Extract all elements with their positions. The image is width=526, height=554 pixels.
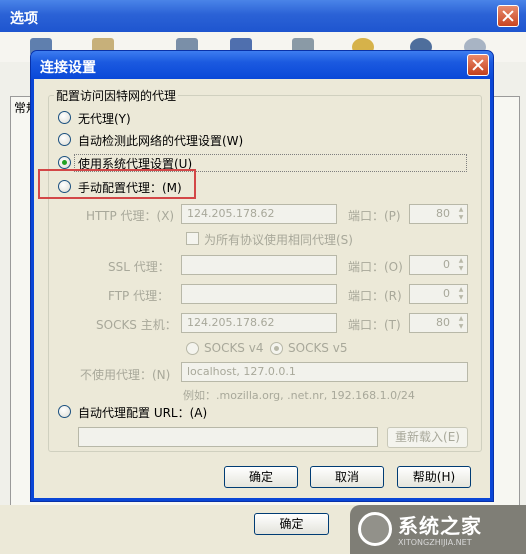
ftp-port-label: 端口：(R) bbox=[348, 289, 402, 303]
socks-v5-selected-dot bbox=[274, 346, 279, 351]
auto-url-label[interactable]: 自动代理配置 URL：(A) bbox=[78, 404, 207, 421]
same-proxy-checkbox[interactable] bbox=[186, 232, 199, 245]
http-proxy-input[interactable]: 124.205.178.62 bbox=[181, 204, 337, 224]
no-proxy-example: 例如：.mozilla.org, .net.nr, 192.168.1.0/24 bbox=[183, 389, 415, 402]
http-port-spinner-icon[interactable]: ▲ ▼ bbox=[456, 206, 466, 222]
no-proxy-label[interactable]: 无代理(Y) bbox=[78, 110, 131, 127]
same-proxy-label: 为所有协议使用相同代理(S) bbox=[204, 233, 353, 247]
reload-button[interactable]: 重新载入(E) bbox=[387, 427, 468, 448]
options-ok-button[interactable]: 确定 bbox=[254, 513, 329, 535]
auto-detect-label[interactable]: 自动检测此网络的代理设置(W) bbox=[78, 132, 243, 149]
auto-url-radio[interactable] bbox=[58, 405, 71, 418]
cancel-button[interactable]: 取消 bbox=[310, 466, 384, 488]
socks-host-input[interactable]: 124.205.178.62 bbox=[181, 313, 337, 333]
ssl-port-label: 端口：(O) bbox=[348, 260, 403, 274]
watermark-name: 系统之家 bbox=[398, 514, 482, 538]
socks-port-label: 端口：(T) bbox=[348, 318, 401, 332]
manual-proxy-radio[interactable] bbox=[58, 180, 71, 193]
system-proxy-selected-dot bbox=[62, 160, 67, 165]
ssl-proxy-input[interactable] bbox=[181, 255, 337, 275]
socks-port-spinner-icon[interactable]: ▲ ▼ bbox=[456, 315, 466, 331]
watermark-url: XITONGZHIJIA.NET bbox=[398, 538, 472, 547]
socks-v4-label: SOCKS v4 bbox=[204, 341, 264, 355]
ftp-proxy-input[interactable] bbox=[181, 284, 337, 304]
manual-proxy-label[interactable]: 手动配置代理：(M) bbox=[78, 179, 182, 196]
ssl-port-spinner-icon[interactable]: ▲ ▼ bbox=[456, 257, 466, 273]
no-proxy-for-input[interactable]: localhost, 127.0.0.1 bbox=[181, 362, 468, 382]
no-proxy-for-label: 不使用代理：(N) bbox=[80, 368, 171, 382]
http-port-label: 端口：(P) bbox=[348, 209, 401, 223]
watermark-logo-icon bbox=[358, 512, 392, 546]
dialog-close-icon[interactable] bbox=[467, 54, 489, 76]
http-proxy-label: HTTP 代理：(X) bbox=[86, 209, 175, 223]
help-button[interactable]: 帮助(H) bbox=[397, 466, 471, 488]
proxy-group-label: 配置访问因特网的代理 bbox=[54, 87, 179, 104]
socks-v4-radio[interactable] bbox=[186, 342, 199, 355]
no-proxy-radio[interactable] bbox=[58, 111, 71, 124]
ok-button[interactable]: 确定 bbox=[224, 466, 298, 488]
ftp-port-spinner-icon[interactable]: ▲ ▼ bbox=[456, 286, 466, 302]
auto-url-input[interactable] bbox=[78, 427, 378, 447]
auto-detect-radio[interactable] bbox=[58, 133, 71, 146]
options-window-title: 选项 bbox=[0, 0, 526, 32]
ftp-proxy-label: FTP 代理： bbox=[108, 289, 170, 303]
dialog-title: 连接设置 bbox=[31, 51, 493, 79]
socks-v5-label: SOCKS v5 bbox=[288, 341, 348, 355]
ssl-proxy-label: SSL 代理： bbox=[108, 260, 170, 274]
options-close-icon[interactable] bbox=[497, 5, 519, 27]
socks-host-label: SOCKS 主机： bbox=[96, 318, 177, 332]
